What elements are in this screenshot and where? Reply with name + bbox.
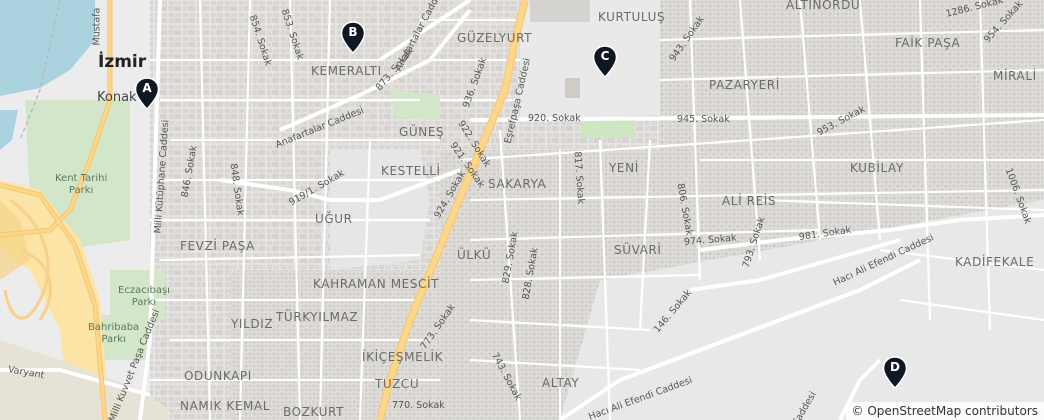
neighborhood-kemeralti: KEMERALTI <box>311 64 382 78</box>
neighborhood-kahramanmescit: KAHRAMAN MESCİT <box>313 277 440 291</box>
neighborhood-yeni: YENİ <box>609 161 639 175</box>
neighborhood-odunkapi: ODUNKAPI <box>184 369 252 383</box>
marker-label: D <box>890 360 900 374</box>
neighborhood-kadifekale: KADİFEKALE <box>955 255 1035 269</box>
neighborhood-gunes: GÜNEŞ <box>399 125 445 139</box>
neighborhood-mirali: MİRALİ <box>993 69 1037 83</box>
neighborhood-guzelyurt: GÜZELYURT <box>457 31 533 45</box>
map-marker-a[interactable]: A <box>134 77 160 111</box>
attribution-text: © OpenStreetMap contributors <box>851 404 1038 418</box>
neighborhood-faikpasa: FAİK PAŞA <box>895 36 961 50</box>
neighborhood-ulku: ÜLKÜ <box>457 248 492 262</box>
park-kent-tarihi: Kent Tarihi Parkı <box>55 173 108 196</box>
park-bahribaba: Bahribaba Parkı <box>88 322 140 345</box>
marker-label: A <box>142 81 152 95</box>
neighborhood-kestelli: KESTELLİ <box>381 164 441 178</box>
city-label: İzmir <box>98 52 147 72</box>
neighborhood-altay: ALTAY <box>542 376 580 390</box>
street-label: 770. Sokak <box>392 400 445 411</box>
map-canvas[interactable]: İzmir Konak KEMERALTI GÜZELYURT KURTULUŞ… <box>0 0 1044 420</box>
street-label: 945. Sokak <box>677 114 730 125</box>
neighborhood-yildiz: YILDIZ <box>231 317 274 331</box>
map-marker-d[interactable]: D <box>882 356 908 390</box>
neighborhood-kurtulus: KURTULUŞ <box>598 10 666 24</box>
neighborhood-namikkemal: NAMIK KEMAL <box>180 399 271 413</box>
map-marker-c[interactable]: C <box>592 45 618 79</box>
map-attribution[interactable]: © OpenStreetMap contributors <box>845 402 1044 420</box>
district-label: Konak <box>97 90 137 105</box>
street-label: Mustafa <box>91 7 103 46</box>
marker-label: C <box>600 49 610 63</box>
neighborhood-fevzipasa: FEVZİ PAŞA <box>180 239 255 253</box>
neighborhood-alireis: ALİ REİS <box>722 194 777 208</box>
neighborhood-ikicesmelik: İKİÇEŞMELİK <box>362 350 444 364</box>
marker-label: B <box>348 25 358 39</box>
neighborhood-sakarya: SAKARYA <box>488 177 547 191</box>
street-label: 920. Sokak <box>528 113 581 124</box>
map-marker-b[interactable]: B <box>340 21 366 55</box>
neighborhood-bozkurt: BOZKURT <box>283 405 345 419</box>
neighborhood-altinordu: ALTINORDU <box>786 0 861 12</box>
neighborhood-pazaryeri: PAZARYERİ <box>709 78 780 92</box>
neighborhood-ugur: UĞUR <box>315 212 353 226</box>
park-eczacibasi: Eczacıbaşı Parkı <box>118 285 170 308</box>
neighborhood-turkyilmaz: TÜRKYILMAZ <box>276 310 359 324</box>
neighborhood-tuzcu: TUZCU <box>375 377 420 391</box>
neighborhood-suvari: SÜVARİ <box>614 243 662 257</box>
neighborhood-kubilay: KUBİLAY <box>850 161 904 175</box>
